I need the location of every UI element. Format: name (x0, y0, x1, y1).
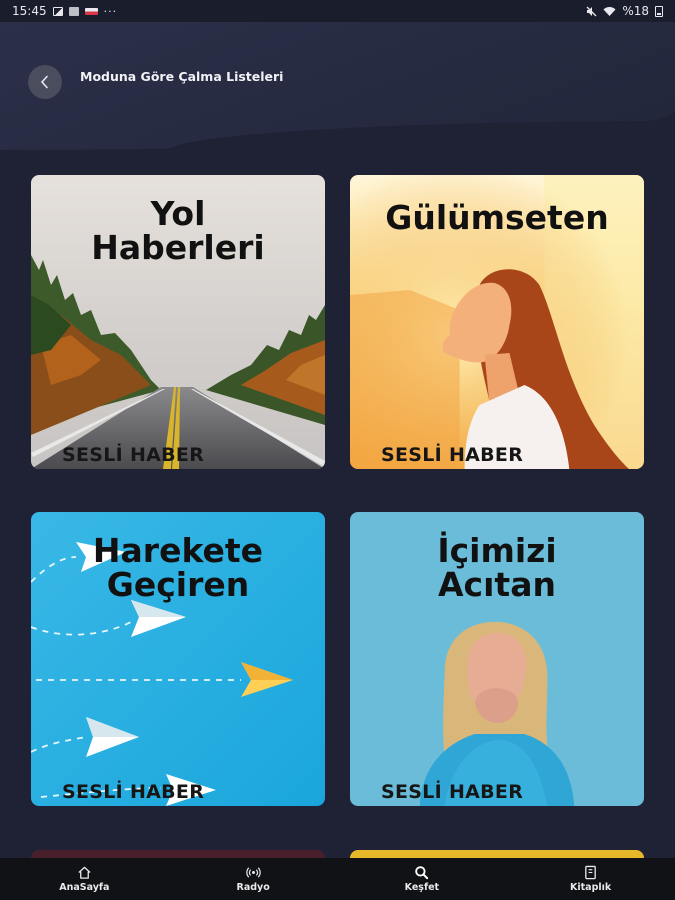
nav-label: Kitaplık (570, 882, 612, 893)
nav-label: Radyo (236, 882, 270, 893)
battery-percent: %18 (622, 4, 649, 18)
nav-item-kesfet[interactable]: Keşfet (347, 865, 497, 893)
status-left: 15:45 ··· (12, 4, 117, 18)
back-button[interactable] (28, 65, 62, 99)
page-title: Moduna Göre Çalma Listeleri (80, 69, 284, 84)
gallery-notification-icon (52, 6, 63, 16)
message-notification-icon (68, 6, 79, 16)
playlist-grid: Yol Haberleri SESLİ HABER Gülümseten SES… (31, 175, 645, 806)
status-right: %18 (586, 4, 663, 18)
nav-label: Keşfet (404, 882, 440, 893)
wifi-icon (603, 6, 616, 16)
search-icon (415, 866, 429, 880)
card-title: İçimizi Acıtan (437, 531, 557, 604)
card-brand-label: SESLİ HABER (381, 444, 524, 466)
card-brand-label: SESLİ HABER (62, 444, 205, 466)
card-title: Harekete Geçiren (92, 531, 264, 604)
playlist-card-yol-haberleri[interactable]: Yol Haberleri SESLİ HABER (31, 175, 325, 469)
card-title: Yol Haberleri (91, 194, 265, 267)
battery-icon (655, 5, 663, 17)
nav-item-kitaplik[interactable]: Kitaplık (516, 865, 666, 893)
header: Moduna Göre Çalma Listeleri (0, 22, 675, 150)
library-icon (585, 865, 596, 880)
nav-item-radyo[interactable]: Radyo (178, 865, 328, 893)
status-time: 15:45 (12, 4, 47, 18)
flag-notification-icon (84, 7, 98, 15)
more-notifications-icon: ··· (103, 4, 118, 18)
nav-label: AnaSayfa (59, 882, 110, 893)
status-bar: 15:45 ··· %18 (0, 0, 675, 22)
nav-item-anasayfa[interactable]: AnaSayfa (9, 865, 159, 893)
playlist-card-harekete-geciren[interactable]: Harekete Geçiren SESLİ HABER (31, 512, 325, 806)
playlist-card-gulumseten[interactable]: Gülümseten SESLİ HABER (350, 175, 644, 469)
chevron-left-icon (40, 75, 48, 89)
card-brand-label: SESLİ HABER (381, 781, 524, 803)
radio-icon (245, 867, 261, 878)
card-title: Gülümseten (385, 198, 609, 237)
card-brand-label: SESLİ HABER (62, 781, 205, 803)
playlist-card-icimizi-acitan[interactable]: İçimizi Acıtan SESLİ HABER (350, 512, 644, 806)
mute-icon (586, 6, 597, 16)
bottom-nav: AnaSayfa Radyo Keşfet Kitaplık (0, 858, 675, 900)
home-icon (78, 866, 91, 879)
